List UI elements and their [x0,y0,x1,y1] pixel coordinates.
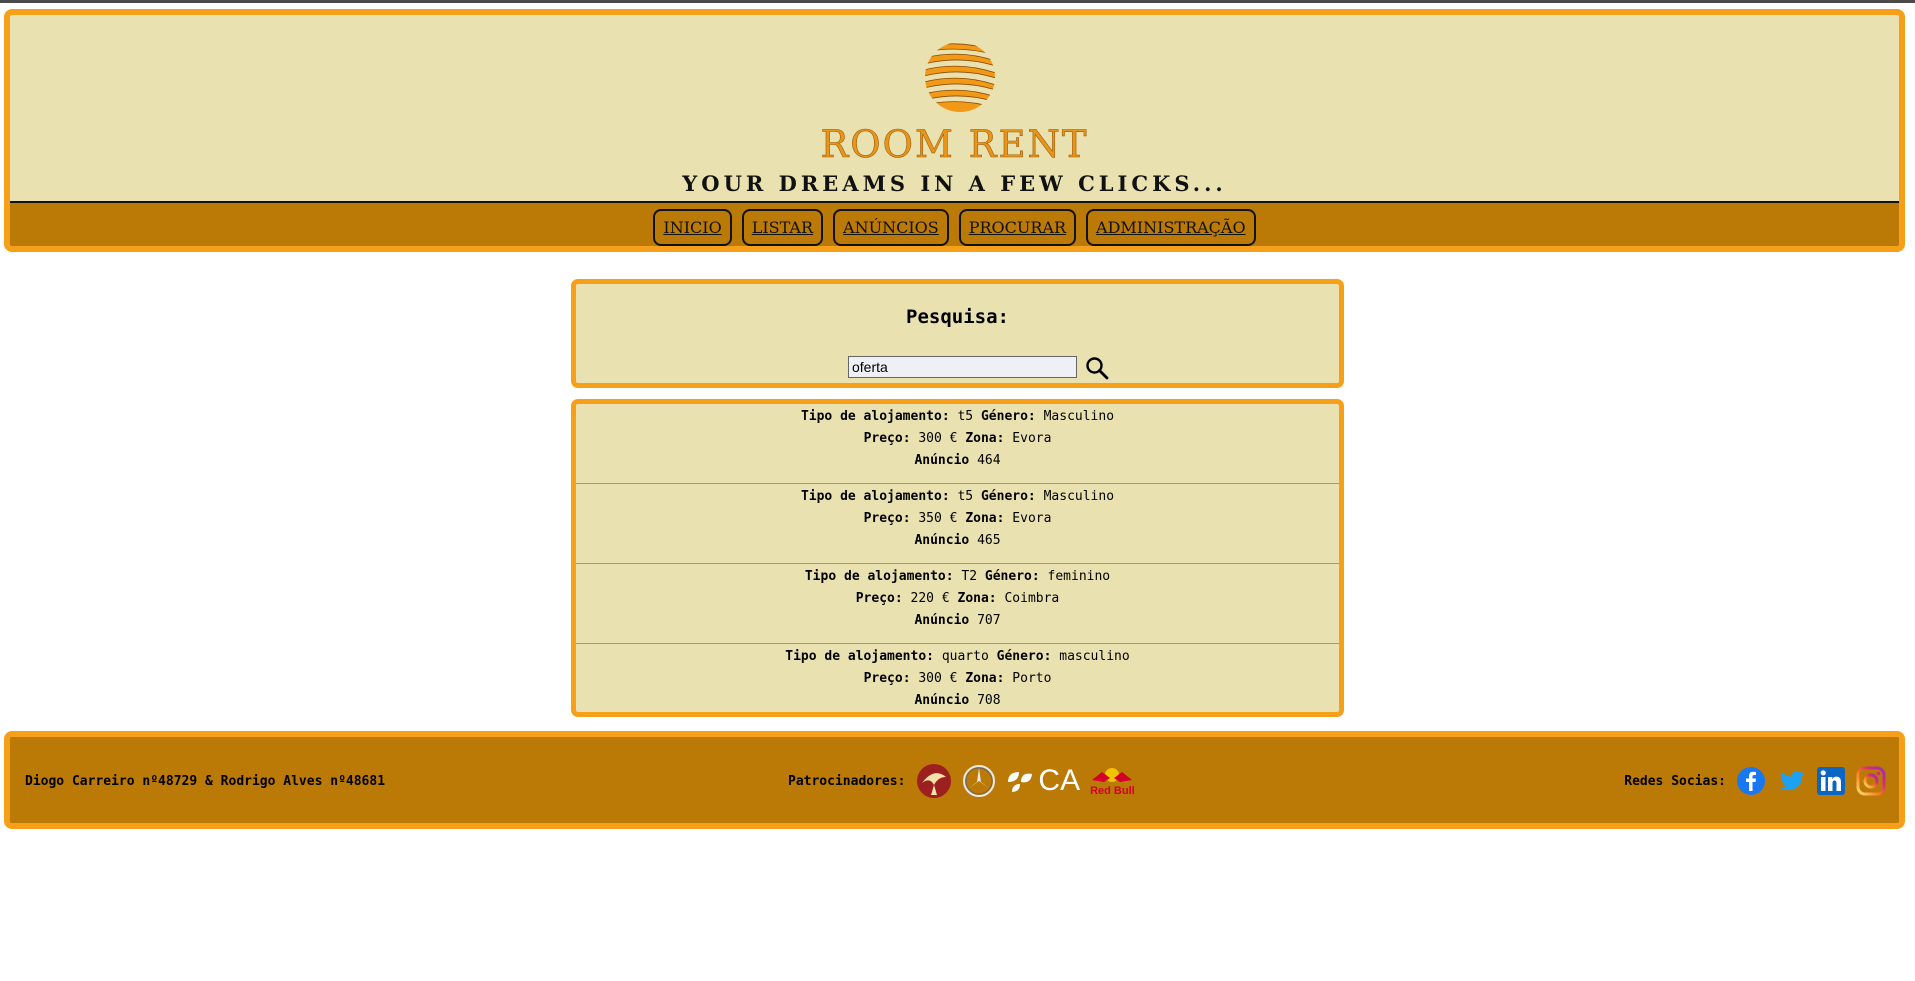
value-zona: Evora [1012,511,1052,526]
list-item[interactable]: Tipo de alojamento: t5 Género: Masculino… [576,484,1339,564]
social-label: Redes Socias: [1624,773,1726,789]
sponsors-area: Patrocinadores: CA Red Bull [788,761,1140,801]
list-item[interactable]: Tipo de alojamento: t5 Género: Masculino… [576,404,1339,484]
nav-procurar[interactable]: PROCURAR [958,209,1077,246]
value-zona: Evora [1012,431,1052,446]
twitter-icon[interactable] [1776,766,1806,796]
sponsor-redbull-logo-icon[interactable]: Red Bull [1090,766,1135,797]
logo-area: ROOM RENT YOUR DREAMS IN A FEW CLICKS... [10,15,1899,201]
site-footer: Diogo Carreiro nº48729 & Rodrigo Alves n… [4,731,1905,829]
value-tipo: t5 [957,489,974,504]
linkedin-icon[interactable] [1816,766,1846,796]
value-tipo: quarto [941,649,989,664]
label-anuncio: Anúncio [914,693,970,708]
sponsor-ca-logo-icon[interactable]: CA [1006,764,1080,798]
label-genero: Género: [996,649,1052,664]
sun-stripes-icon [925,42,995,112]
label-anuncio: Anúncio [914,613,970,628]
search-input[interactable] [848,356,1077,378]
sponsor-redbull-text: Red Bull [1090,784,1135,797]
value-preco: 220 € [910,591,950,606]
list-item[interactable]: Tipo de alojamento: quarto Género: mascu… [576,644,1339,712]
label-zona: Zona: [965,431,1005,446]
sponsor-phoenix-logo-icon[interactable] [916,763,952,799]
main-nav: INICIO LISTAR ANÚNCIOS PROCURAR ADMINIST… [10,201,1899,246]
value-preco: 350 € [918,511,958,526]
value-anuncio: 708 [977,693,1001,708]
brand-title: ROOM RENT [820,123,1089,167]
sponsor-mercedes-logo-icon[interactable] [962,764,996,798]
nav-administracao[interactable]: ADMINISTRAÇÃO [1086,209,1256,246]
value-tipo: t5 [957,409,974,424]
label-tipo: Tipo de alojamento: [785,649,934,664]
nav-inicio[interactable]: INICIO [653,209,732,246]
label-genero: Género: [984,569,1040,584]
authors-credit: Diogo Carreiro nº48729 & Rodrigo Alves n… [25,774,386,789]
sponsor-ca-text: CA [1038,764,1081,797]
value-genero: feminino [1047,569,1111,584]
label-genero: Género: [980,489,1036,504]
search-panel: Pesquisa: [571,279,1344,388]
label-preco: Preço: [863,671,911,686]
label-tipo: Tipo de alojamento: [800,489,950,504]
label-zona: Zona: [965,671,1005,686]
sponsors-label: Patrocinadores: [788,773,906,789]
value-preco: 300 € [918,671,958,686]
magnifier-icon[interactable] [1085,356,1109,380]
facebook-icon[interactable] [1736,766,1766,796]
results-list: Tipo de alojamento: t5 Género: Masculino… [571,399,1344,717]
value-genero: masculino [1059,649,1130,664]
search-title: Pesquisa: [906,306,1009,328]
value-anuncio: 464 [977,453,1001,468]
value-tipo: T2 [961,569,978,584]
label-preco: Preço: [855,591,903,606]
value-anuncio: 465 [977,533,1001,548]
nav-anuncios[interactable]: ANÚNCIOS [833,209,949,246]
label-genero: Género: [980,409,1036,424]
brand-tagline: YOUR DREAMS IN A FEW CLICKS... [682,171,1227,196]
label-tipo: Tipo de alojamento: [800,409,950,424]
instagram-icon[interactable] [1856,766,1886,796]
top-border [0,0,1915,3]
value-genero: Masculino [1043,409,1115,424]
label-zona: Zona: [957,591,997,606]
value-genero: Masculino [1043,489,1115,504]
value-anuncio: 707 [977,613,1001,628]
value-preco: 300 € [918,431,958,446]
label-preco: Preço: [863,431,911,446]
label-anuncio: Anúncio [914,533,970,548]
list-item[interactable]: Tipo de alojamento: T2 Género: feminino … [576,564,1339,644]
label-anuncio: Anúncio [914,453,970,468]
social-area: Redes Socias: [1624,761,1891,801]
value-zona: Coimbra [1004,591,1060,606]
site-header: ROOM RENT YOUR DREAMS IN A FEW CLICKS...… [4,9,1905,252]
label-zona: Zona: [965,511,1005,526]
label-preco: Preço: [863,511,911,526]
label-tipo: Tipo de alojamento: [804,569,954,584]
value-zona: Porto [1012,671,1052,686]
nav-listar[interactable]: LISTAR [741,209,824,246]
